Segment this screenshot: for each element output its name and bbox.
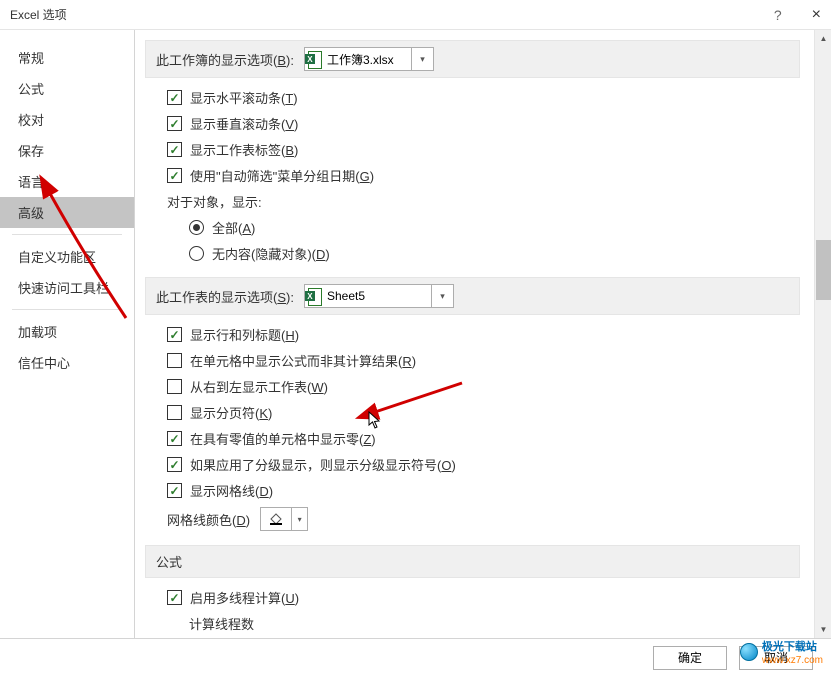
checkbox[interactable]	[167, 483, 182, 498]
sheet-dropdown[interactable]: Sheet5 ▾	[304, 284, 454, 308]
option-label: 从右到左显示工作表(W)	[190, 377, 328, 396]
scroll-up-icon[interactable]: ▲	[815, 30, 831, 47]
checkbox[interactable]	[167, 327, 182, 342]
gridline-color-picker[interactable]: ▾	[260, 507, 308, 531]
option-row-col-headers[interactable]: 显示行和列标题(H)	[167, 325, 800, 344]
chevron-down-icon[interactable]: ▾	[431, 285, 453, 307]
option-horizontal-scrollbar[interactable]: 显示水平滚动条(T)	[167, 88, 800, 107]
checkbox[interactable]	[167, 353, 182, 368]
checkbox[interactable]	[167, 90, 182, 105]
excel-sheet-icon	[305, 288, 321, 304]
vertical-scrollbar[interactable]: ▲ ▼	[814, 30, 831, 638]
chevron-down-icon: ▾	[291, 508, 307, 530]
sidebar-separator	[12, 309, 122, 310]
option-label: 全部(A)	[212, 218, 255, 237]
ok-button[interactable]: 确定	[653, 646, 727, 670]
sidebar-item-language[interactable]: 语言	[0, 166, 134, 197]
chevron-down-icon[interactable]: ▾	[411, 48, 433, 70]
thread-count-label: 计算线程数	[167, 614, 800, 633]
sidebar-item-formulas[interactable]: 公式	[0, 73, 134, 104]
option-show-gridlines[interactable]: 显示网格线(D)	[167, 481, 800, 500]
option-outline-symbols[interactable]: 如果应用了分级显示，则显示分级显示符号(O)	[167, 455, 800, 474]
help-button[interactable]: ?	[774, 7, 782, 23]
sidebar: 常规 公式 校对 保存 语言 高级 自定义功能区 快速访问工具栏 加载项 信任中…	[0, 30, 135, 638]
excel-file-icon	[305, 51, 321, 67]
checkbox[interactable]	[167, 405, 182, 420]
option-label: 启用多线程计算(U)	[190, 588, 299, 607]
workbook-dropdown-value: 工作簿3.xlsx	[321, 51, 411, 68]
sidebar-item-save[interactable]: 保存	[0, 135, 134, 166]
sidebar-item-proofing[interactable]: 校对	[0, 104, 134, 135]
option-sheet-tabs[interactable]: 显示工作表标签(B)	[167, 140, 800, 159]
gridline-color-row: 网格线颜色(D) ▾	[167, 507, 800, 531]
option-label: 无内容(隐藏对象)(D)	[212, 244, 330, 263]
option-label: 显示工作表标签(B)	[190, 140, 298, 159]
option-autofilter-group-dates[interactable]: 使用"自动筛选"菜单分组日期(G)	[167, 166, 800, 185]
option-label: 显示网格线(D)	[190, 481, 273, 500]
section-formula-header: 公式	[145, 545, 800, 578]
checkbox[interactable]	[167, 168, 182, 183]
section-sheet-header: 此工作表的显示选项(S): Sheet5 ▾	[145, 277, 800, 315]
option-vertical-scrollbar[interactable]: 显示垂直滚动条(V)	[167, 114, 800, 133]
section-sheet-label: 此工作表的显示选项(S):	[156, 287, 294, 306]
checkbox[interactable]	[167, 142, 182, 157]
section-formula-title: 公式	[156, 552, 182, 571]
section-workbook-label: 此工作簿的显示选项(B):	[156, 50, 294, 69]
checkbox[interactable]	[167, 590, 182, 605]
content-panel: 此工作簿的显示选项(B): 工作簿3.xlsx ▾ 显示水平滚动条(T) 显示垂…	[135, 30, 814, 638]
option-label: 显示垂直滚动条(V)	[190, 114, 298, 133]
option-label: 在单元格中显示公式而非其计算结果(R)	[190, 351, 416, 370]
checkbox[interactable]	[167, 431, 182, 446]
titlebar: Excel 选项 ? ×	[0, 0, 831, 30]
option-multithreaded-calc[interactable]: 启用多线程计算(U)	[167, 588, 800, 607]
window-title: Excel 选项	[10, 6, 67, 23]
radio[interactable]	[189, 220, 204, 235]
option-label: 如果应用了分级显示，则显示分级显示符号(O)	[190, 455, 456, 474]
option-label: 在具有零值的单元格中显示零(Z)	[190, 429, 376, 448]
close-button[interactable]: ×	[812, 6, 821, 24]
option-show-formulas[interactable]: 在单元格中显示公式而非其计算结果(R)	[167, 351, 800, 370]
checkbox[interactable]	[167, 379, 182, 394]
sidebar-separator	[12, 234, 122, 235]
option-label: 显示分页符(K)	[190, 403, 272, 422]
gridline-color-label: 网格线颜色(D)	[167, 510, 250, 529]
cancel-button[interactable]: 取消	[739, 646, 813, 670]
section-workbook-header: 此工作簿的显示选项(B): 工作簿3.xlsx ▾	[145, 40, 800, 78]
option-label: 显示水平滚动条(T)	[190, 88, 298, 107]
radio[interactable]	[189, 246, 204, 261]
option-page-breaks[interactable]: 显示分页符(K)	[167, 403, 800, 422]
objects-display-label: 对于对象，显示:	[167, 192, 800, 211]
option-label: 显示行和列标题(H)	[190, 325, 299, 344]
dialog-footer: 确定 取消	[0, 638, 831, 676]
scroll-thumb[interactable]	[816, 240, 831, 300]
sidebar-item-customize-ribbon[interactable]: 自定义功能区	[0, 241, 134, 272]
option-rtl-sheet[interactable]: 从右到左显示工作表(W)	[167, 377, 800, 396]
sidebar-item-quick-access[interactable]: 快速访问工具栏	[0, 272, 134, 303]
paint-bucket-icon	[261, 512, 291, 526]
sidebar-item-addins[interactable]: 加载项	[0, 316, 134, 347]
scroll-down-icon[interactable]: ▼	[815, 621, 831, 638]
sheet-dropdown-value: Sheet5	[321, 289, 431, 303]
checkbox[interactable]	[167, 116, 182, 131]
radio-show-all-objects[interactable]: 全部(A)	[167, 218, 800, 237]
workbook-dropdown[interactable]: 工作簿3.xlsx ▾	[304, 47, 434, 71]
sidebar-item-advanced[interactable]: 高级	[0, 197, 134, 228]
option-show-zero-values[interactable]: 在具有零值的单元格中显示零(Z)	[167, 429, 800, 448]
sidebar-item-general[interactable]: 常规	[0, 42, 134, 73]
sidebar-item-trust-center[interactable]: 信任中心	[0, 347, 134, 378]
checkbox[interactable]	[167, 457, 182, 472]
radio-hide-objects[interactable]: 无内容(隐藏对象)(D)	[167, 244, 800, 263]
option-label: 使用"自动筛选"菜单分组日期(G)	[190, 166, 374, 185]
